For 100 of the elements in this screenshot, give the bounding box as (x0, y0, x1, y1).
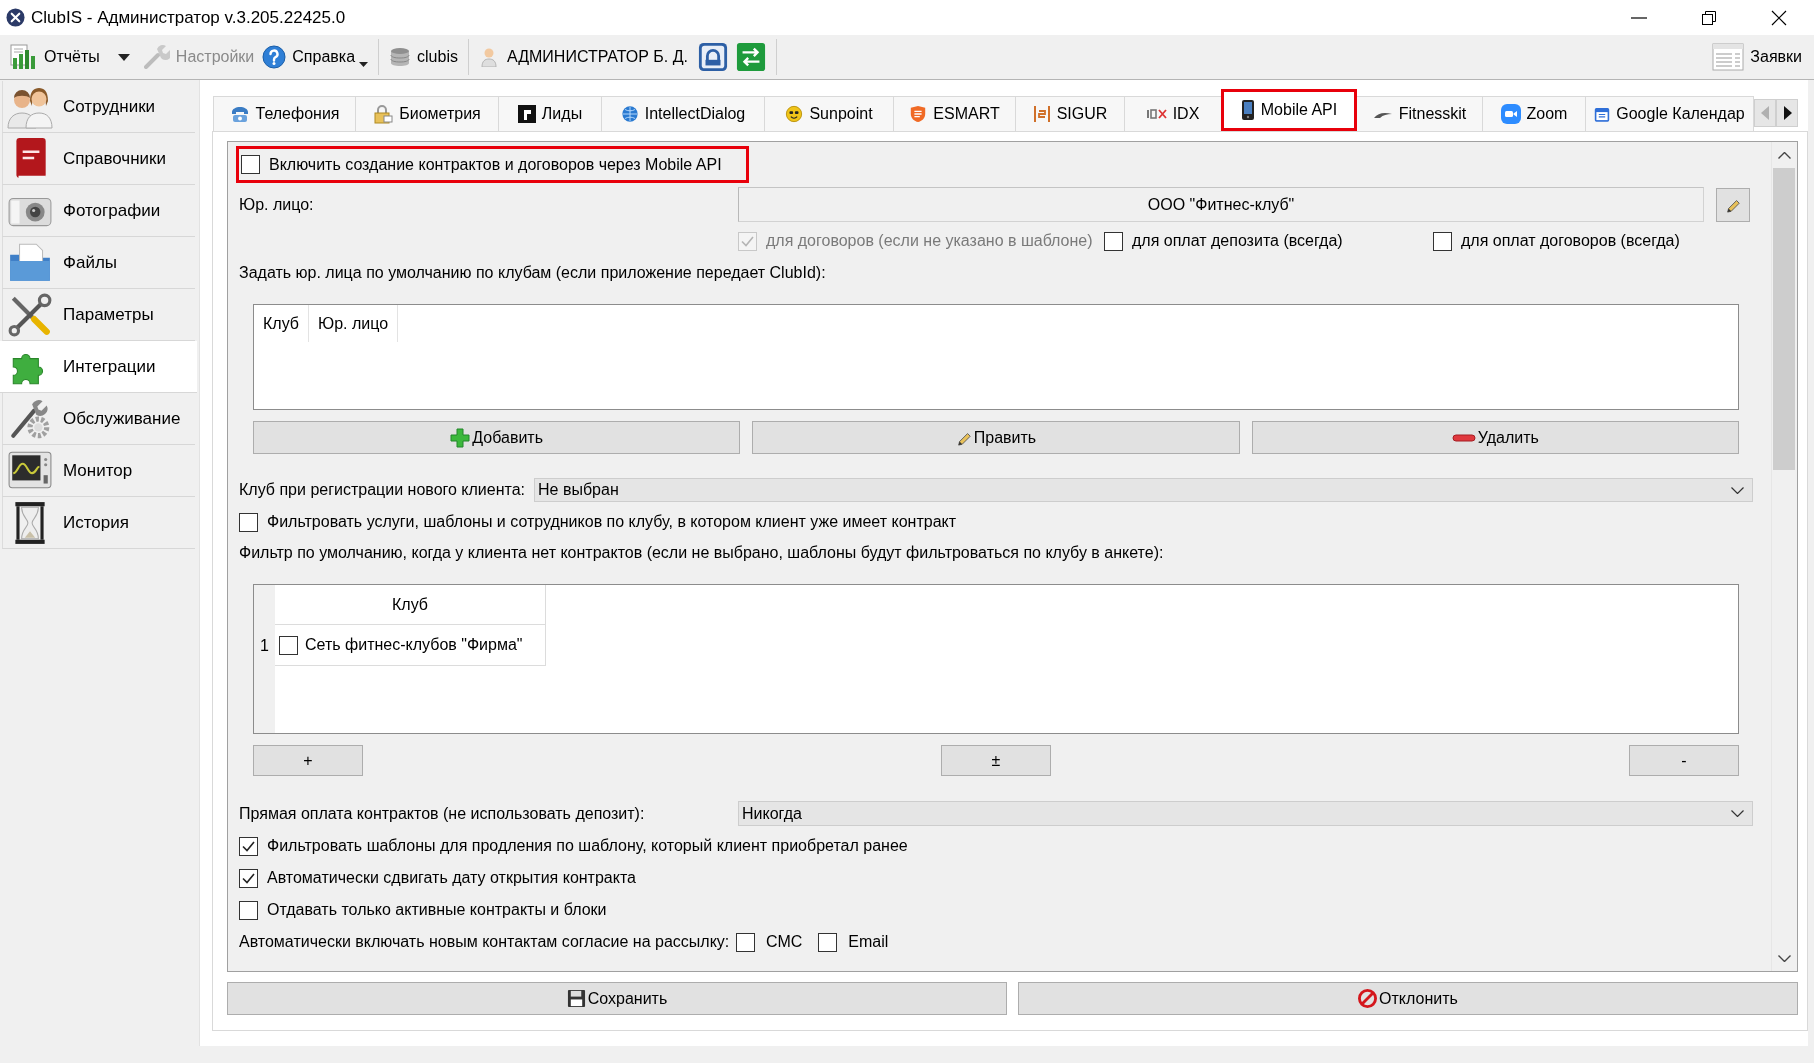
sidebar-item[interactable]: Справочники (2, 133, 195, 185)
checkbox[interactable] (239, 512, 258, 532)
sidebar-item[interactable]: Интеграции (0, 341, 197, 393)
field-label: Клуб при регистрации нового клиента: (239, 481, 526, 499)
checkmark-icon (242, 840, 255, 852)
tab[interactable]: Zoom (1482, 96, 1586, 131)
app-logo-icon (6, 8, 25, 27)
bracket-logo-icon (1032, 104, 1051, 124)
sidebar-item[interactable]: Файлы (2, 237, 195, 289)
sidebar-item[interactable]: Сотрудники (2, 81, 195, 133)
field-label: Автоматически включать новым контактам согласие на рассылку: (239, 933, 731, 951)
option-label: Email (848, 933, 889, 951)
option-label: Автоматически сдвигать дату открытия контракта (267, 869, 636, 887)
checkbox[interactable] (279, 635, 298, 655)
dropdown[interactable]: Не выбран (534, 478, 1753, 502)
text-field[interactable]: ООО "Фитнес-клуб" (738, 187, 1704, 222)
chevron-down-icon (1731, 810, 1744, 817)
tab[interactable]: Mobile API (1221, 89, 1357, 131)
triangle-right-icon (1782, 106, 1792, 120)
option-label: Отдавать только активные контракты и блоки (267, 901, 607, 919)
video-camera-icon (1500, 104, 1521, 124)
cancel-button[interactable]: Отклонить (1018, 982, 1798, 1015)
field-label: Прямая оплата контрактов (не использовать депозит): (239, 804, 646, 823)
club-name: Сеть фитнес-клубов "Фирма" (305, 636, 523, 654)
remove-button[interactable]: - (1629, 745, 1739, 776)
edit-button[interactable]: Править (752, 421, 1240, 454)
calendar-icon (1594, 105, 1611, 123)
user-icon (480, 47, 497, 67)
scroll-up-icon[interactable] (1777, 151, 1791, 159)
add-button[interactable]: Добавить (253, 421, 741, 454)
field-label: Юр. лицо: (239, 195, 315, 214)
checkbox[interactable] (239, 868, 258, 888)
restore-icon (1702, 10, 1716, 25)
close-icon (1771, 9, 1787, 26)
save-button[interactable]: Сохранить (227, 982, 1007, 1015)
section-label: Задать юр. лица по умолчанию по клубам (если приложение передает ClubId): (239, 263, 827, 283)
telephone-icon (229, 104, 250, 124)
checkbox[interactable] (736, 932, 755, 952)
tab[interactable]: SIGUR (1015, 96, 1125, 131)
column-header: Юр. лицо (309, 305, 399, 342)
toolbar-button[interactable]: Заявки (1708, 39, 1806, 75)
option-label: СМС (766, 933, 803, 951)
checkmark-icon (741, 235, 754, 247)
tab[interactable]: ESMART (893, 96, 1016, 131)
checkbox[interactable] (1104, 231, 1123, 251)
toolbar-button[interactable]: clubis (385, 39, 462, 75)
user-name: АДМИНИСТРАТОР Б. Д. (506, 48, 688, 66)
tab[interactable]: IntellectDialog (601, 96, 765, 131)
option-label: для оплат договоров (всегда) (1461, 232, 1680, 250)
globe-icon (620, 105, 639, 123)
toolbar-button[interactable]: Отчёты (6, 39, 104, 75)
edit-button[interactable] (1716, 187, 1750, 222)
checkbox[interactable] (239, 900, 258, 920)
padlock-icon (373, 104, 394, 124)
checkbox[interactable] (239, 836, 258, 856)
option-label: для оплат депозита (всегда) (1132, 232, 1343, 250)
database-icon (389, 46, 412, 68)
sidebar-item[interactable]: Монитор (2, 445, 195, 497)
checkbox[interactable] (241, 155, 260, 174)
caret-icon (359, 62, 369, 67)
chevron-down-icon (1731, 486, 1744, 494)
tile-icon (517, 105, 536, 123)
plus-icon (450, 427, 471, 448)
smiley-icon (785, 105, 804, 123)
tab[interactable]: Биометрия (355, 96, 499, 131)
tab[interactable]: Лиды (498, 96, 602, 131)
toggle-button[interactable]: ± (941, 745, 1051, 776)
tab[interactable]: Google Календар (1585, 96, 1754, 131)
option-label: Фильтровать услуги, шаблоны и сотрудников по клубу, в котором клиент уже имеет контракт (267, 513, 957, 531)
tab-scroll-right-button[interactable] (1776, 99, 1798, 127)
dropdown[interactable]: Никогда (738, 801, 1753, 826)
option-label: для договоров (если не указано в шаблоне) (766, 232, 1093, 250)
delete-button[interactable]: Удалить (1251, 421, 1739, 454)
checkbox[interactable] (1433, 231, 1452, 251)
add-button[interactable]: + (253, 745, 363, 776)
scroll-down-icon[interactable] (1777, 954, 1791, 962)
lock-icon (698, 42, 728, 72)
wrench-icon (141, 43, 170, 71)
sidebar-item[interactable]: Обслуживание (2, 393, 195, 445)
column-header: Клуб (254, 305, 309, 342)
minimize-icon (1631, 16, 1647, 19)
sidebar-item[interactable]: Фотографии (2, 185, 195, 237)
caret-icon (117, 53, 130, 61)
mobile-phone-icon (1240, 99, 1255, 121)
tab[interactable]: Fitnesskit (1356, 96, 1483, 131)
checkbox[interactable] (818, 932, 838, 952)
swap-arrows-icon (736, 42, 766, 72)
bar-chart-icon (10, 44, 38, 70)
prohibited-icon (1358, 989, 1378, 1008)
vertical-scrollbar[interactable] (1771, 142, 1796, 971)
window-title: ClubIS - Администратор v.3.205.22425.0 (31, 7, 347, 28)
section-label: Фильтр по умолчанию, когда у клиента нет контрактов (если не выбрано, шаблоны будут фильтроваться по клубу в анкете): (239, 543, 1165, 563)
toolbar-button[interactable]: Справка (258, 39, 373, 75)
sidebar-item[interactable]: История (2, 497, 195, 549)
shield-icon (909, 104, 928, 124)
tab[interactable]: IDX (1124, 96, 1222, 131)
sidebar-item[interactable]: Параметры (2, 289, 195, 341)
tab[interactable]: Sunpoint (764, 96, 894, 131)
tab[interactable]: Телефония (213, 96, 356, 131)
scrollbar-thumb[interactable] (1773, 168, 1795, 470)
